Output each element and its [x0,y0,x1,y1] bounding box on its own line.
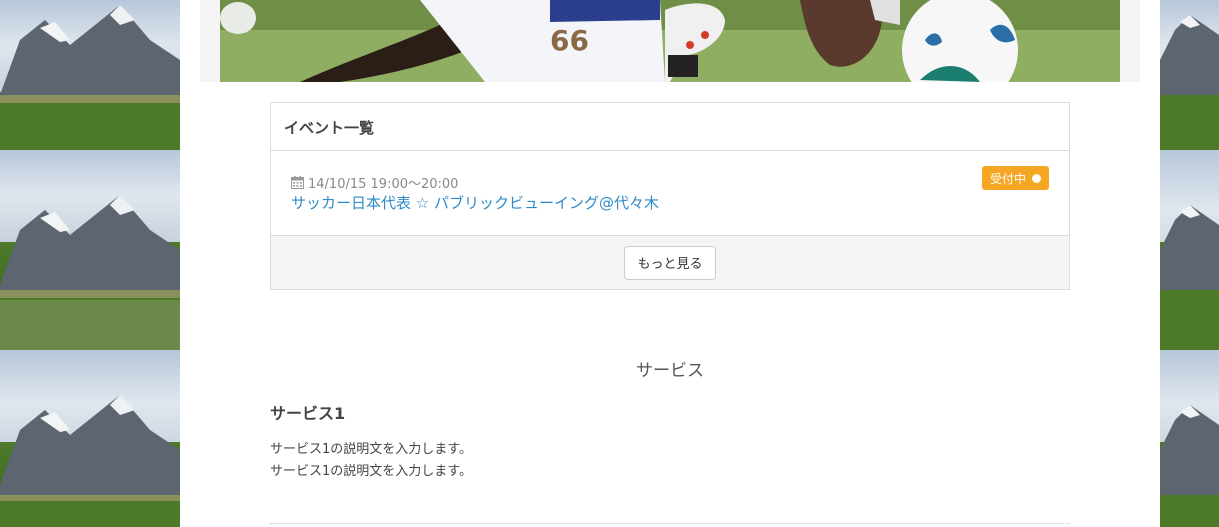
event-item: 14/10/15 19:00〜20:00 サッカー日本代表 ☆ パブリックビュー… [271,151,1069,236]
event-date-text: 14/10/15 19:00〜20:00 [308,177,459,192]
service-description: サービス1の説明文を入力します。 サービス1の説明文を入力します。 [270,439,472,483]
status-badge-label: 受付中 [989,171,1026,186]
background-right [1160,0,1219,527]
service-heading: サービス1 [270,404,346,423]
event-title-link[interactable]: サッカー日本代表 ☆ パブリックビューイング@代々木 [291,192,659,213]
mountain-tile [1160,150,1219,350]
event-date: 14/10/15 19:00〜20:00 [291,173,458,192]
jersey-number: 66 [550,24,589,57]
service-description-line: サービス1の説明文を入力します。 [270,464,472,479]
mountain-tile [1160,0,1219,150]
background-left [0,0,180,527]
status-badge: 受付中 [981,166,1049,190]
service-description-line: サービス1の説明文を入力します。 [270,442,472,457]
main-content: 66 イベント一覧 14/10/15 19:00〜20:00 サッカー日本代表 … [180,0,1160,527]
hero-image: 66 [220,0,1120,82]
hero-frame: 66 [200,0,1140,82]
calendar-icon [291,176,304,189]
mountain-tile [0,150,180,300]
dot-icon [1032,173,1041,183]
services-section-title: サービス [636,361,704,381]
mountain-tile [1160,350,1219,527]
more-row: もっと見る [271,236,1069,289]
event-list-heading: イベント一覧 [271,103,1069,151]
event-list-panel: イベント一覧 14/10/15 19:00〜20:00 サッカー日本代表 ☆ パ… [270,102,1070,290]
divider [270,523,1070,524]
mountain-tile [0,0,180,150]
mountain-tile [0,350,180,527]
more-button[interactable]: もっと見る [624,245,716,280]
